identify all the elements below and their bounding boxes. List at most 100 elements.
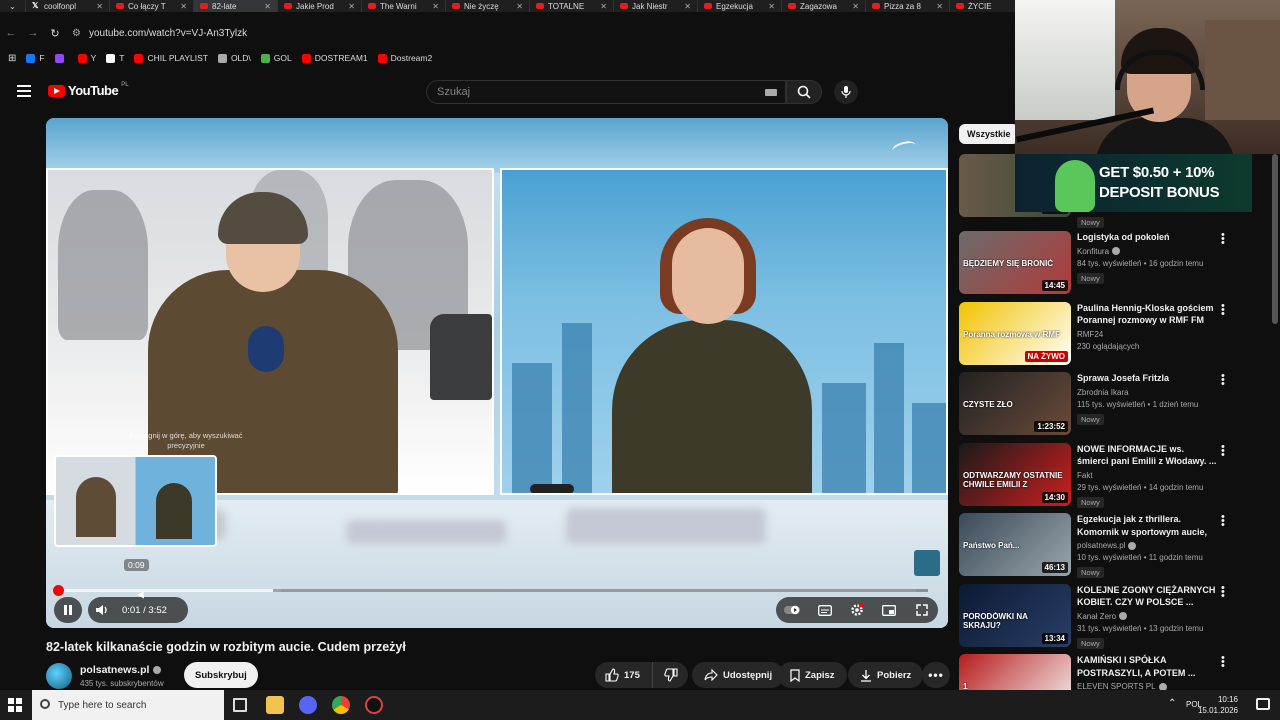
subtitles-button[interactable]: [811, 597, 839, 623]
download-button[interactable]: Pobierz: [848, 662, 924, 688]
subscribe-button[interactable]: Subskrybuj: [184, 662, 258, 688]
filter-chip-all[interactable]: Wszystkie: [959, 124, 1019, 144]
browser-tab[interactable]: The Warni ✕: [362, 0, 446, 12]
youtube-logo[interactable]: YouTube PL: [48, 82, 129, 98]
close-tab-icon[interactable]: ✕: [516, 2, 523, 11]
channel-name[interactable]: Kanał Zero: [1077, 612, 1116, 621]
progress-bar[interactable]: [53, 585, 928, 596]
fullscreen-button[interactable]: [908, 597, 936, 623]
mute-button[interactable]: [88, 597, 116, 623]
voice-search-button[interactable]: [834, 80, 858, 104]
browser-tab[interactable]: Egzekucja ✕: [698, 0, 782, 12]
save-button[interactable]: Zapisz: [778, 662, 847, 688]
obs-icon[interactable]: [365, 696, 383, 714]
close-tab-icon[interactable]: ✕: [936, 2, 943, 11]
channel-name[interactable]: polsatnews.pl: [80, 664, 149, 676]
browser-tab[interactable]: TOTALNE ✕: [530, 0, 614, 12]
more-vertical-icon[interactable]: • • •: [1221, 653, 1225, 672]
bookmark-item[interactable]: Dostream2: [377, 53, 432, 63]
pause-button[interactable]: [54, 597, 82, 623]
video-channel[interactable]: Zbrodnia Ikara: [1077, 388, 1217, 397]
video-title[interactable]: NOWE INFORMACJE ws. śmierci pani Emilii …: [1077, 443, 1217, 468]
related-video-item[interactable]: BĘDZIEMY SIĘ BRONIĆ 14:45 Logistyka od pok…: [959, 230, 1259, 297]
related-video-item[interactable]: ODTWARZAMY OSTATNIE CHWILE EMILII Z WŁOD…: [959, 441, 1259, 509]
channel-name[interactable]: Fakt: [1077, 471, 1093, 480]
related-video-item[interactable]: Państwo Pań... 46:13 Egzekucja jak z thril…: [959, 512, 1259, 579]
chrome-icon[interactable]: [332, 696, 350, 714]
sidebar-scrollbar[interactable]: [1272, 154, 1278, 324]
close-tab-icon[interactable]: ✕: [348, 2, 355, 11]
apps-grid-icon[interactable]: ⊞: [8, 53, 16, 64]
ad-banner[interactable]: GET $0.50 + 10% DEPOSIT BONUS: [1015, 154, 1252, 212]
browser-tab[interactable]: Pizza za 8 ✕: [866, 0, 950, 12]
bookmark-item[interactable]: DOSTREAM1: [301, 53, 368, 63]
browser-tab[interactable]: 82-late ✕: [194, 0, 278, 12]
browser-tab[interactable]: Jak Niestr ✕: [614, 0, 698, 12]
channel-avatar[interactable]: [46, 663, 72, 689]
forward-button[interactable]: →: [22, 27, 44, 39]
video-title[interactable]: Sprawa Josefa Fritzla: [1077, 372, 1217, 385]
video-channel[interactable]: RMF24: [1077, 330, 1217, 339]
close-tab-icon[interactable]: ✕: [432, 2, 439, 11]
browser-tab[interactable]: Nie życzę ✕: [446, 0, 530, 12]
tray-overflow-chevron-icon[interactable]: ⌃: [1168, 698, 1176, 709]
close-tab-icon[interactable]: ✕: [768, 2, 775, 11]
bookmark-item[interactable]: T: [106, 53, 124, 63]
video-title[interactable]: Egzekucja jak z thrillera. Komornik w sp…: [1077, 513, 1217, 538]
share-button[interactable]: Udostępnij: [692, 662, 785, 688]
browser-tab[interactable]: Zagazowa ✕: [782, 0, 866, 12]
close-tab-icon[interactable]: ✕: [264, 2, 271, 11]
related-video-item[interactable]: Poranna rozmowa w RMF NA ŻYWO Paulina Henn…: [959, 300, 1259, 368]
channel-name[interactable]: RMF24: [1077, 330, 1103, 339]
channel-name[interactable]: Zbrodnia Ikara: [1077, 388, 1129, 397]
video-title[interactable]: Paulina Hennig-Kloska gościem Porannej r…: [1077, 302, 1217, 327]
more-vertical-icon[interactable]: • • •: [1221, 230, 1225, 249]
video-title[interactable]: Logistyka od pokoleń: [1077, 231, 1217, 244]
progress-scrubber[interactable]: [53, 585, 64, 596]
video-channel[interactable]: polsatnews.pl: [1077, 541, 1217, 550]
keyboard-icon[interactable]: [765, 89, 777, 96]
channel-name[interactable]: Konfitura: [1077, 247, 1109, 256]
bookmark-item[interactable]: OLD\: [217, 53, 251, 63]
clock[interactable]: 10:16 15.01.2026: [1198, 694, 1238, 716]
video-channel[interactable]: Fakt: [1077, 471, 1217, 480]
bookmark-item[interactable]: GOL: [260, 53, 292, 63]
video-title[interactable]: KAMIŃSKI I SPÓŁKA POSTRASZYLI, A POTEM .…: [1077, 654, 1217, 679]
more-vertical-icon[interactable]: • • •: [1221, 371, 1225, 390]
autoplay-toggle[interactable]: [778, 597, 806, 623]
browser-tab[interactable]: 𝕏coolfonpl ✕: [26, 0, 110, 12]
bookmark-item[interactable]: F: [26, 53, 45, 63]
bookmark-item[interactable]: [54, 53, 68, 63]
search-button[interactable]: [786, 80, 822, 104]
discord-icon[interactable]: [299, 696, 317, 714]
more-vertical-icon[interactable]: • • •: [1221, 512, 1225, 531]
settings-button[interactable]: [843, 597, 871, 623]
more-vertical-icon[interactable]: • • •: [1221, 441, 1225, 460]
channel-name-row[interactable]: polsatnews.pl: [80, 664, 162, 676]
notifications-icon[interactable]: [1256, 698, 1270, 710]
channel-name[interactable]: polsatnews.pl: [1077, 541, 1125, 550]
search-input[interactable]: Szukaj: [426, 80, 786, 104]
related-video-item[interactable]: CZYSTE ZŁO 1:23:52 Sprawa Josefa Fritzla Zb…: [959, 371, 1259, 438]
video-player[interactable]: Pociągnij w górę, aby wyszukiwać precyzy…: [46, 118, 948, 628]
bookmark-item[interactable]: CHIL PLAYLIST: [134, 53, 208, 63]
more-actions-button[interactable]: •••: [922, 662, 950, 688]
browser-tab[interactable]: Jakie Prod ✕: [278, 0, 362, 12]
taskbar-search-input[interactable]: Type here to search: [32, 690, 224, 720]
video-title[interactable]: KOLEJNE ZGONY CIĘŻARNYCH KOBIET. CZY W P…: [1077, 584, 1217, 609]
close-tab-icon[interactable]: ✕: [600, 2, 607, 11]
close-tab-icon[interactable]: ✕: [180, 2, 187, 11]
url-field[interactable]: youtube.com/watch?v=VJ-An3Tylzk: [89, 28, 247, 39]
miniplayer-button[interactable]: [875, 597, 903, 623]
close-tab-icon[interactable]: ✕: [852, 2, 859, 11]
video-channel[interactable]: Konfitura: [1077, 247, 1217, 256]
site-info-icon[interactable]: ⚙: [72, 28, 81, 39]
video-channel[interactable]: Kanał Zero: [1077, 612, 1217, 621]
close-tab-icon[interactable]: ✕: [96, 2, 103, 11]
menu-icon[interactable]: [17, 85, 31, 97]
reload-button[interactable]: ↻: [44, 27, 66, 40]
close-tab-icon[interactable]: ✕: [684, 2, 691, 11]
task-view-icon[interactable]: [233, 698, 247, 712]
windows-start-icon[interactable]: [8, 698, 22, 712]
browser-tab[interactable]: Co łączy T ✕: [110, 0, 194, 12]
